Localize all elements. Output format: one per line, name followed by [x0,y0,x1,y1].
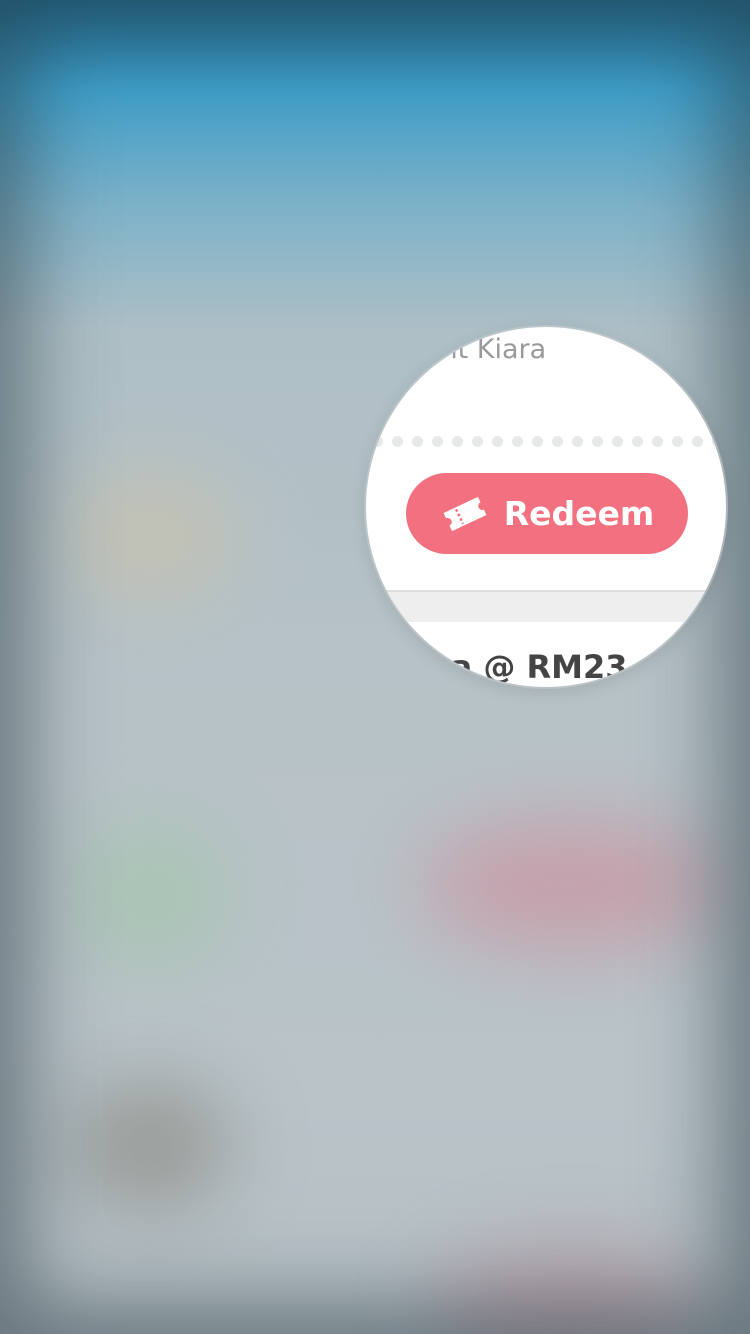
location-text: ont Kiara [424,334,547,365]
blurred-card-image [60,470,240,600]
redeem-button[interactable]: Redeem [406,473,688,554]
blurred-card-image [70,1080,230,1210]
blurred-card-image [70,820,230,970]
screen: ont Kiara Redeem za @ RM23 [0,0,750,1334]
blurred-button [420,820,720,950]
section-divider [366,590,726,622]
magnified-content: ont Kiara Redeem za @ RM23 [366,327,726,687]
magnifier-lens: ont Kiara Redeem za @ RM23 [366,327,726,687]
dotted-divider [372,436,726,448]
redeem-label: Redeem [503,494,655,533]
offer-title: za @ RM23 [432,648,628,686]
blurred-button [430,1250,710,1334]
ticket-icon [440,494,490,534]
